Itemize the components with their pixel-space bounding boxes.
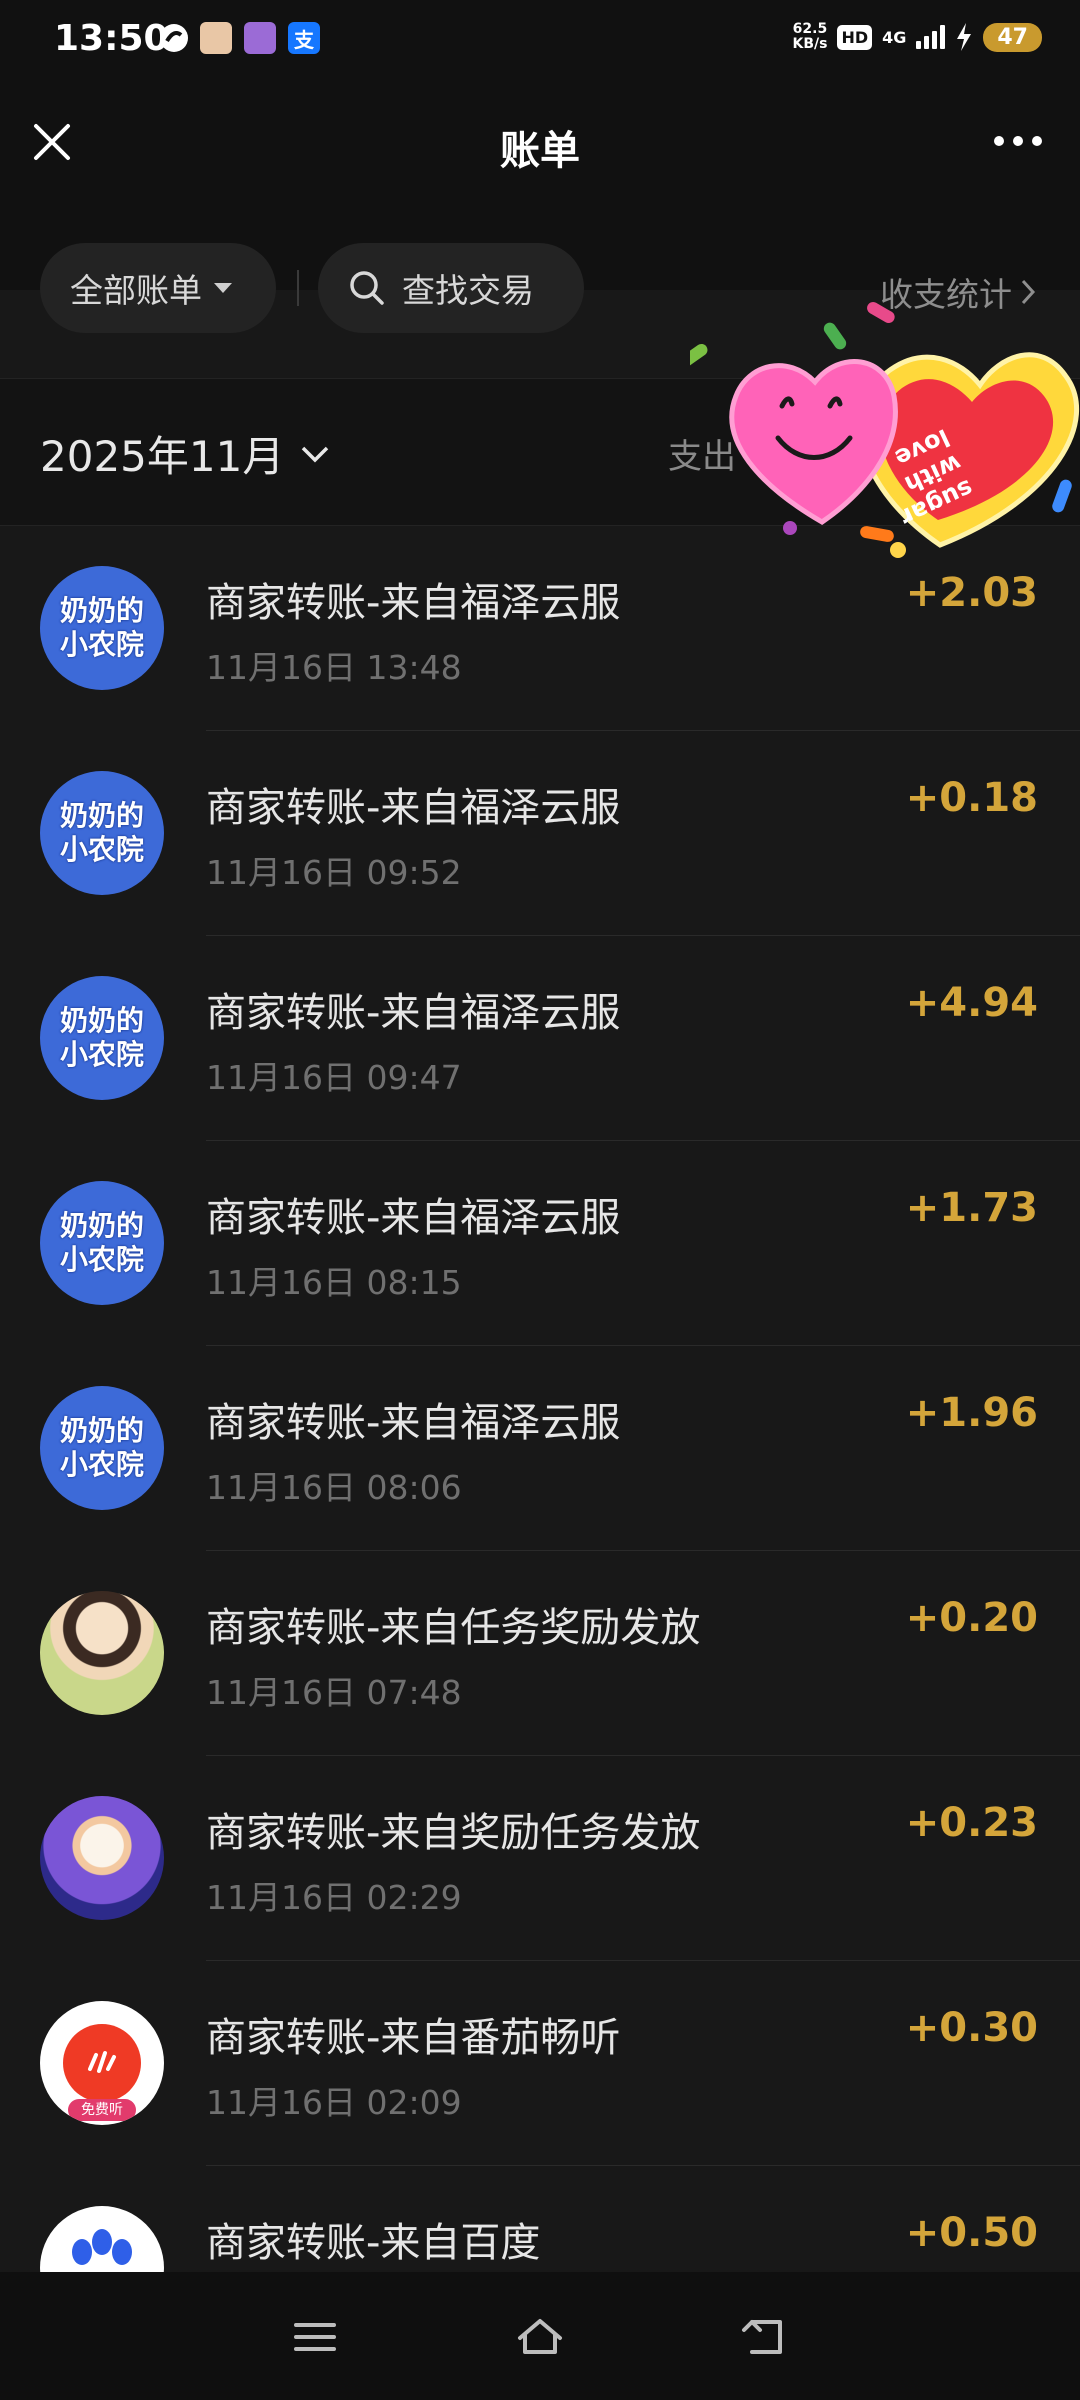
all-bills-filter[interactable]: 全部账单 [40,243,276,333]
network-type: 4G [882,27,907,47]
transaction-amount: +0.23 [905,1800,1038,1846]
merchant-avatar: 奶奶的 小农院 [40,566,164,690]
back-icon[interactable] [740,2312,790,2362]
transaction-amount: +0.30 [905,2005,1038,2051]
battery-level: 47 [983,22,1042,52]
merchant-avatar [40,1796,164,1920]
transaction-title: 商家转账-来自百度 [206,2220,541,2266]
net-speed: 62.5 KB/s [792,21,828,52]
transaction-time: 11月16日 02:29 [206,1878,462,1917]
transaction-title: 商家转账-来自番茄畅听 [206,2015,621,2061]
hd-badge: HD [837,24,873,50]
transaction-title: 商家转账-来自奖励任务发放 [206,1810,701,1856]
transaction-row[interactable]: 奶奶的 小农院 商家转账-来自福泽云服 11月16日 08:06 +1.96 [0,1346,1080,1551]
status-time: 13:50 [54,18,169,59]
header: 账单 全部账单 查找交易 收支统计 [0,80,1080,333]
all-bills-label: 全部账单 [70,271,202,310]
transaction-time: 11月16日 09:47 [206,1058,462,1097]
transaction-time: 11月16日 09:52 [206,853,462,892]
transaction-row[interactable]: 奶奶的 小农院 商家转账-来自福泽云服 11月16日 09:52 +0.18 [0,731,1080,936]
transaction-amount: +2.03 [905,570,1038,616]
transaction-title: 商家转账-来自福泽云服 [206,785,621,831]
status-bar: 13:50 支 62.5 KB/s HD 4G 47 [0,0,1080,80]
notification-avatar-icon [200,22,232,54]
merchant-avatar: 奶奶的 小农院 [40,976,164,1100]
transaction-time: 11月16日 08:15 [206,1263,462,1302]
transaction-row[interactable]: 商家转账-来自任务奖励发放 11月16日 07:48 +0.20 [0,1551,1080,1756]
notification-app-icon [160,24,188,52]
transaction-title: 商家转账-来自任务奖励发放 [206,1605,701,1651]
transaction-amount: +0.50 [905,2210,1038,2256]
transaction-row[interactable]: 奶奶的 小农院 商家转账-来自福泽云服 11月16日 13:48 +2.03 [0,526,1080,731]
merchant-avatar: 免费听 [40,2001,164,2125]
transaction-list: 奶奶的 小农院 商家转账-来自福泽云服 11月16日 13:48 +2.03 奶… [0,526,1080,2371]
charging-icon [957,23,972,51]
alipay-icon: 支 [288,22,320,54]
fanqie-logo-icon [63,2024,141,2102]
chevron-down-icon [302,446,329,462]
transaction-row[interactable]: 奶奶的 小农院 商家转账-来自福泽云服 11月16日 09:47 +4.94 [0,936,1080,1141]
merchant-avatar [40,1591,164,1715]
search-icon [350,271,384,305]
transaction-title: 商家转账-来自福泽云服 [206,1400,621,1446]
month-label: 2025年11月 [40,432,285,481]
home-icon[interactable] [515,2312,565,2362]
menu-icon[interactable] [290,2312,340,2362]
avatar-tag: 免费听 [68,2099,136,2121]
page-title: 账单 [500,128,580,174]
bill-screen: 13:50 支 62.5 KB/s HD 4G 47 账单 全部账单 查找交易 … [0,0,1080,2400]
transaction-amount: +0.18 [905,775,1038,821]
system-nav-bar [0,2272,1080,2400]
merchant-avatar: 奶奶的 小农院 [40,771,164,895]
signal-icon [916,25,946,49]
dropdown-triangle-icon [214,283,232,293]
more-icon[interactable] [994,136,1042,146]
merchant-avatar: 奶奶的 小农院 [40,1181,164,1305]
transaction-row[interactable]: 奶奶的 小农院 商家转账-来自福泽云服 11月16日 08:15 +1.73 [0,1141,1080,1346]
transaction-amount: +0.20 [905,1595,1038,1641]
transaction-title: 商家转账-来自福泽云服 [206,990,621,1036]
transaction-row[interactable]: 免费听 商家转账-来自番茄畅听 11月16日 02:09 +0.30 [0,1961,1080,2166]
transaction-row[interactable]: 商家转账-来自奖励任务发放 11月16日 02:29 +0.23 [0,1756,1080,1961]
transaction-time: 11月16日 02:09 [206,2083,462,2122]
transaction-time: 11月16日 13:48 [206,648,462,687]
search-label: 查找交易 [402,271,534,310]
transaction-time: 11月16日 07:48 [206,1673,462,1712]
transaction-time: 11月16日 08:06 [206,1468,462,1507]
status-indicators: 62.5 KB/s HD 4G 47 [792,22,1042,52]
notification-avatar-icon [244,22,276,54]
divider [297,270,299,306]
transaction-amount: +1.73 [905,1185,1038,1231]
transaction-amount: +4.94 [905,980,1038,1026]
month-selector[interactable]: 2025年11月 [40,423,330,484]
search-transactions-button[interactable]: 查找交易 [318,243,584,333]
transaction-title: 商家转账-来自福泽云服 [206,1195,621,1241]
transaction-amount: +1.96 [905,1390,1038,1436]
status-app-icons: 支 [160,22,320,54]
transaction-title: 商家转账-来自福泽云服 [206,580,621,626]
merchant-avatar: 奶奶的 小农院 [40,1386,164,1510]
